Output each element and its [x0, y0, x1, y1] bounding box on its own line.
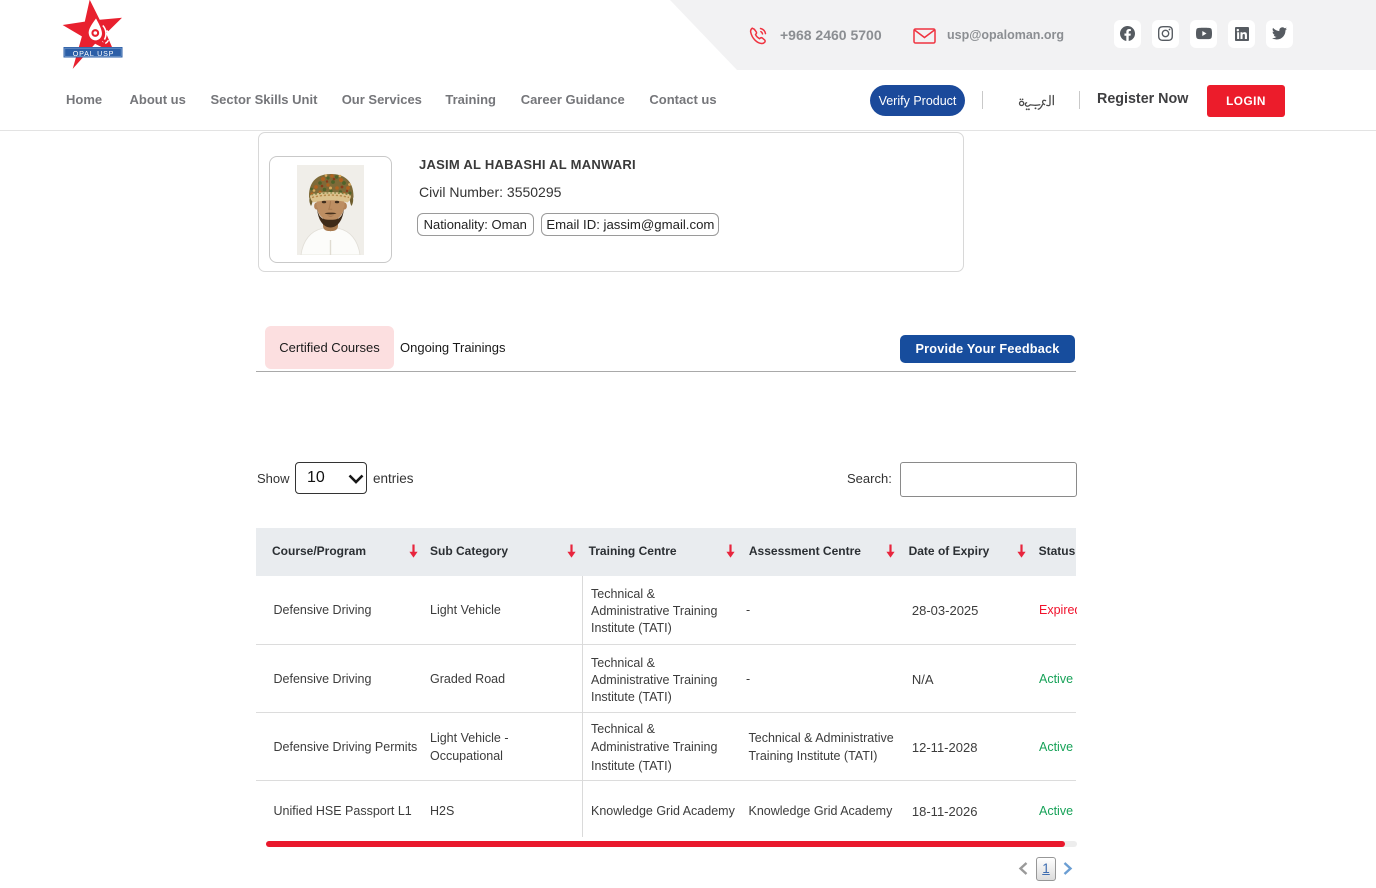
svg-text:OPAL USP: OPAL USP	[73, 49, 115, 58]
